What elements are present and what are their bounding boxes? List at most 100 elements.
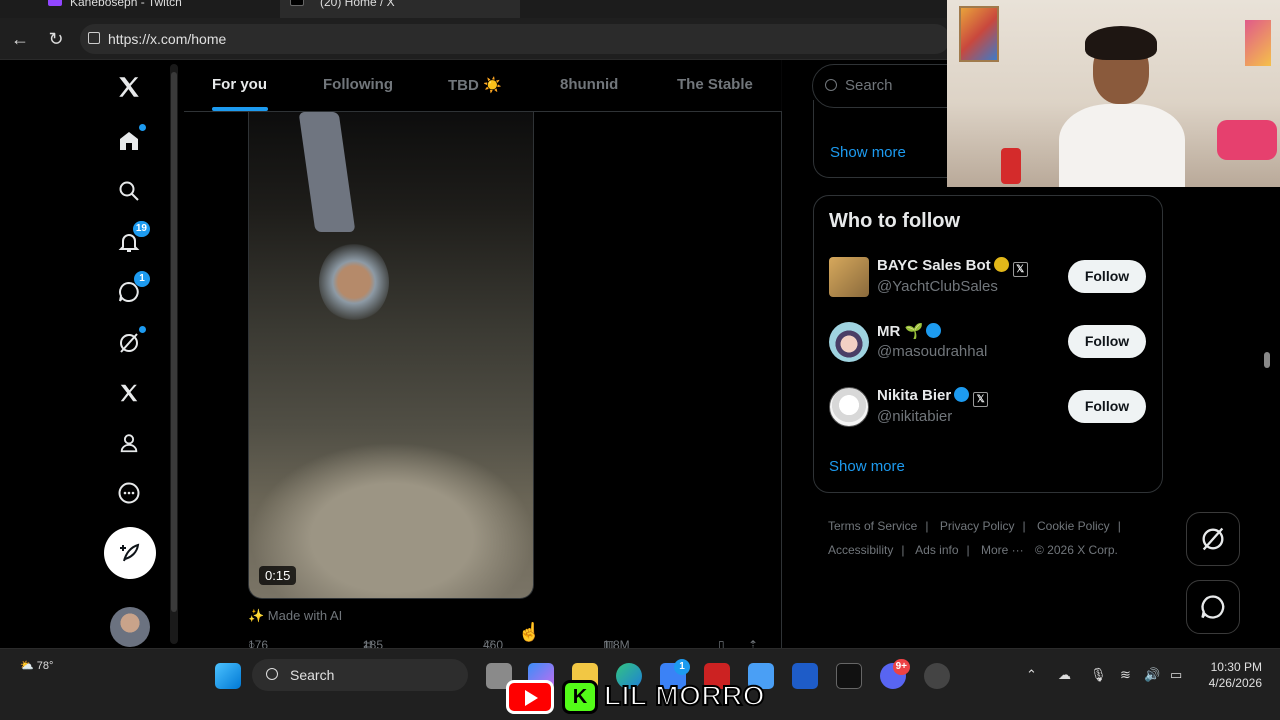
battery-icon[interactable]: ▭: [1170, 667, 1182, 683]
x-affiliate-icon: 𝕏: [973, 392, 989, 407]
scrollbar-thumb[interactable]: [171, 72, 177, 612]
tab-for-you[interactable]: For you: [212, 76, 267, 93]
url-text: https://x.com/home: [108, 31, 227, 47]
tab-the-stable[interactable]: The Stable: [677, 76, 753, 93]
account-handle: @masoudrahhal: [877, 343, 988, 360]
follow-button[interactable]: Follow: [1068, 390, 1146, 423]
separator: |: [966, 543, 970, 557]
mouse-cursor: ☝: [518, 622, 541, 642]
footer-links: Terms of Service | Privacy Policy | Cookie…: [828, 514, 1158, 562]
view-count: 1.8M: [603, 638, 630, 648]
search-icon: [266, 668, 278, 680]
app-icon[interactable]: [924, 663, 950, 689]
avatar[interactable]: [829, 387, 869, 427]
messages-badge: 1: [134, 271, 150, 287]
microphone-icon[interactable]: 🎙: [1090, 667, 1107, 683]
account-name-text: Nikita Bier: [877, 387, 952, 404]
youtube-icon: [506, 680, 554, 714]
pink-chair: [1217, 120, 1277, 160]
unread-dot: [139, 124, 146, 131]
more-link[interactable]: More ···: [981, 543, 1024, 557]
streamer-shirt: [1059, 104, 1185, 187]
terms-link[interactable]: Terms of Service: [828, 519, 917, 533]
outlook-icon[interactable]: [792, 663, 818, 689]
site-info-icon[interactable]: [88, 32, 100, 44]
tab-8hunnid[interactable]: 8hunnid: [560, 76, 618, 93]
share-icon[interactable]: ⇡: [748, 638, 758, 648]
tab-title: Kaneboseph - Twitch: [70, 0, 182, 9]
home-icon[interactable]: [112, 124, 146, 158]
call-of-duty-icon[interactable]: [836, 663, 862, 689]
account-name[interactable]: BAYC Sales Bot 𝕏: [877, 257, 1028, 277]
post-video[interactable]: 0:15: [248, 112, 534, 599]
bookmark-icon[interactable]: ▯: [718, 638, 725, 648]
cloud-icon[interactable]: ☁: [1058, 667, 1071, 683]
tab-tbd[interactable]: TBD ☀️: [448, 76, 502, 94]
video-duration: 0:15: [259, 566, 297, 585]
tab-following[interactable]: Following: [323, 76, 393, 93]
follow-suggestion[interactable]: MR 🌱 @masoudrahhal Follow: [829, 321, 1159, 365]
follow-button[interactable]: Follow: [1068, 260, 1146, 293]
back-arrow-icon[interactable]: ←: [8, 27, 32, 51]
volume-icon[interactable]: 🔊: [1144, 667, 1160, 683]
wifi-icon[interactable]: ≋: [1120, 667, 1131, 683]
ads-info-link[interactable]: Ads info: [915, 543, 958, 557]
made-with-ai-label: ✨ Made with AI: [248, 608, 343, 623]
accessibility-link[interactable]: Accessibility: [828, 543, 893, 557]
blue-verified-icon: [926, 323, 942, 338]
avatar[interactable]: [829, 322, 869, 362]
notifications-badge: 19: [132, 221, 150, 237]
wall-art: [959, 6, 999, 62]
who-to-follow-card: Who to follow BAYC Sales Bot 𝕏 @YachtClub…: [813, 195, 1163, 493]
account-name[interactable]: Nikita Bier 𝕏: [877, 387, 989, 407]
weather-icon: ⛅: [20, 660, 37, 672]
account-name[interactable]: MR 🌱: [877, 322, 942, 340]
messages-floating-button[interactable]: [1186, 580, 1240, 634]
video-frame-splash: [319, 242, 389, 322]
start-windows-icon[interactable]: [215, 663, 241, 689]
compose-post-button[interactable]: [104, 527, 156, 579]
premium-x-icon[interactable]: [112, 376, 146, 410]
taskbar-search-label: Search: [290, 667, 335, 683]
gold-verified-icon: [993, 257, 1009, 272]
cookie-link[interactable]: Cookie Policy: [1037, 519, 1110, 533]
weather-widget[interactable]: ⛅ 78°: [20, 659, 53, 672]
account-avatar[interactable]: [110, 607, 150, 647]
like-count: 460: [483, 638, 504, 648]
grok-icon: [1202, 527, 1224, 551]
refresh-icon[interactable]: ↻: [44, 27, 68, 51]
feather-plus-icon: [120, 543, 140, 562]
clock-time: 10:30 PM: [1210, 660, 1262, 674]
search-icon[interactable]: [112, 174, 146, 208]
sidebar-scrollbar[interactable]: [170, 64, 178, 644]
show-more-link[interactable]: Show more: [829, 458, 905, 475]
timeline-tabs: For you Following TBD ☀️ 8hunnid The Sta…: [184, 60, 782, 112]
profile-icon[interactable]: [112, 426, 146, 460]
avatar[interactable]: [829, 257, 869, 297]
scrollbar-thumb[interactable]: [1264, 352, 1270, 368]
more-options-icon[interactable]: [112, 476, 146, 510]
discord-icon[interactable]: 9+: [880, 659, 910, 689]
follow-button[interactable]: Follow: [1068, 325, 1146, 358]
account-handle: @nikitabier: [877, 408, 953, 425]
system-clock[interactable]: 10:30 PM 4/26/2026: [1198, 659, 1262, 691]
follow-suggestion[interactable]: BAYC Sales Bot 𝕏 @YachtClubSales Follow: [829, 256, 1159, 300]
blue-verified-icon: [954, 387, 970, 402]
chevron-up-icon[interactable]: ⌃: [1026, 667, 1037, 683]
grok-floating-button[interactable]: [1186, 512, 1240, 566]
privacy-link[interactable]: Privacy Policy: [940, 519, 1015, 533]
tab-x-home[interactable]: (20) Home / X ×: [280, 0, 520, 18]
account-name-text: BAYC Sales Bot: [877, 257, 991, 274]
grok-icon[interactable]: [112, 326, 146, 360]
messages-icon[interactable]: 1: [112, 271, 150, 309]
address-bar[interactable]: https://x.com/home: [80, 24, 950, 54]
twitch-icon: [48, 0, 62, 6]
tab-twitch[interactable]: Kaneboseph - Twitch ×: [0, 0, 280, 18]
x-logo-icon[interactable]: [112, 70, 146, 104]
show-more-link[interactable]: Show more: [830, 144, 906, 161]
follow-suggestion[interactable]: Nikita Bier 𝕏 @nikitabier Follow: [829, 386, 1159, 430]
who-to-follow-title: Who to follow: [829, 210, 961, 232]
separator: |: [901, 543, 905, 557]
notifications-bell-icon[interactable]: 19: [112, 221, 150, 259]
taskbar-search[interactable]: Search: [252, 659, 468, 691]
